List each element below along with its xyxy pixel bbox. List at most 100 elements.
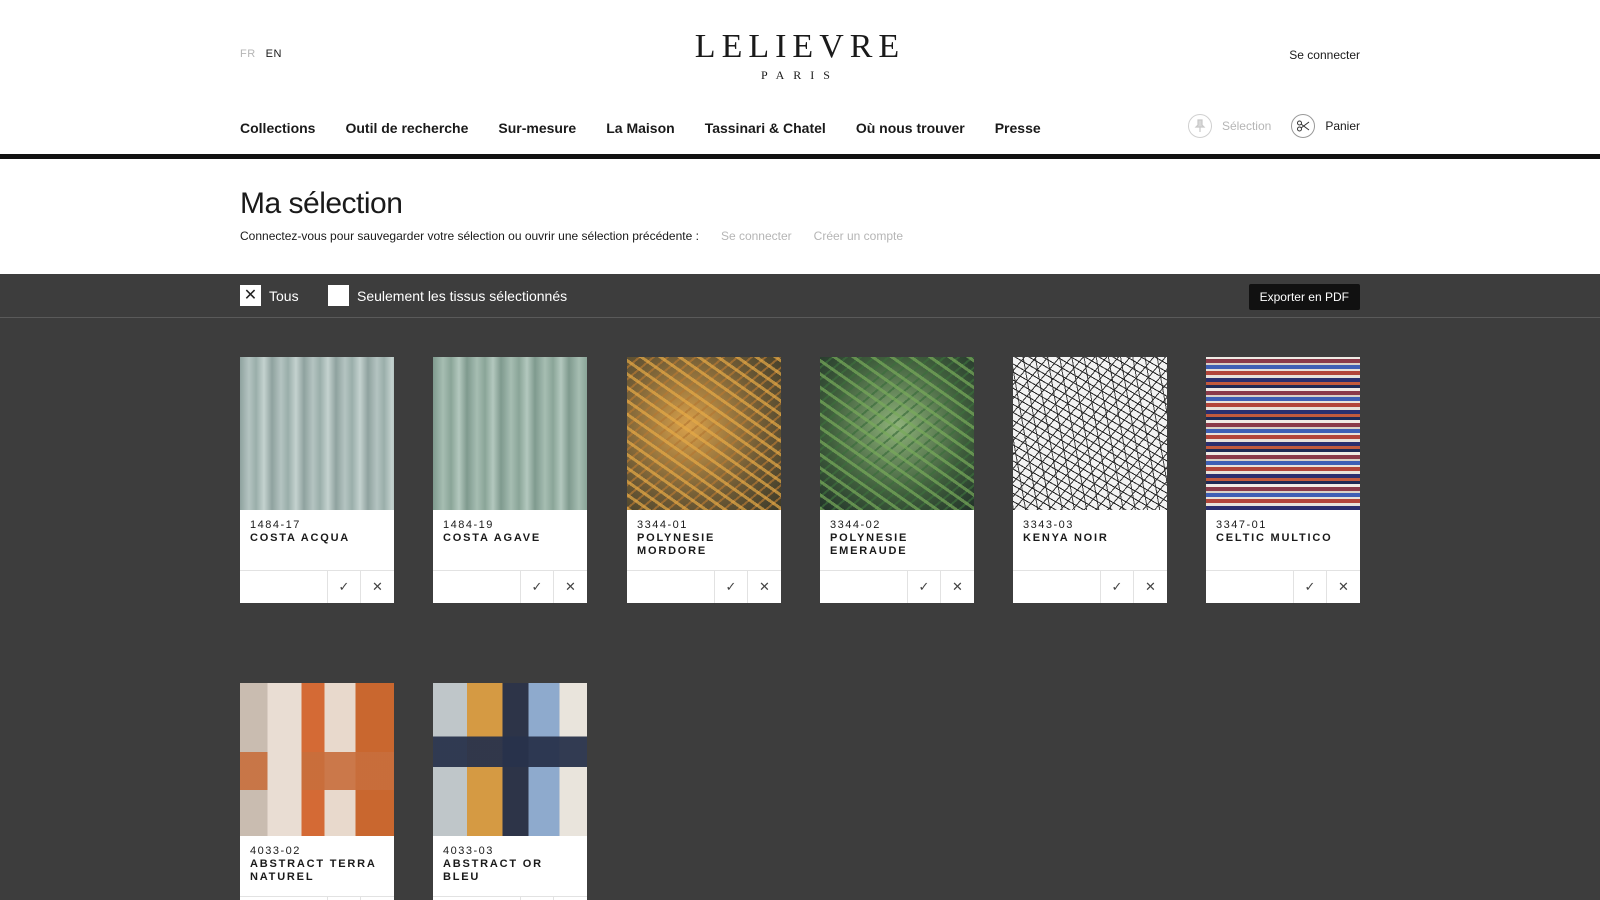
close-icon[interactable]: ✕ [1134, 571, 1167, 603]
filter-bar: ✕ Tous Seulement les tissus sélectionnés… [0, 274, 1600, 318]
product-card[interactable]: 3347-01 CELTIC MULTICO ✓ ✕ [1206, 357, 1360, 603]
check-icon[interactable]: ✓ [1101, 571, 1134, 603]
login-link[interactable]: Se connecter [721, 229, 792, 243]
product-ref: 4033-02 [250, 845, 301, 857]
brand-city: PARIS [761, 68, 839, 82]
close-icon[interactable]: ✕ [554, 571, 587, 603]
cart-label: Panier [1325, 119, 1360, 133]
quantity-field[interactable] [1013, 571, 1101, 603]
shop-links: Sélection Panier [1187, 114, 1360, 138]
product-swatch[interactable] [627, 357, 781, 510]
cart-link[interactable]: Panier [1291, 114, 1360, 138]
nav-collections[interactable]: Collections [240, 120, 315, 136]
product-name: POLYNESIE EMERAUDE [830, 532, 909, 557]
product-swatch[interactable] [820, 357, 974, 510]
product-ref: 3344-02 [830, 519, 881, 531]
create-account-link[interactable]: Créer un compte [814, 229, 903, 243]
product-ref: 1484-19 [443, 519, 494, 531]
brand-logo[interactable]: LELIEVRE PARIS [0, 28, 1600, 83]
main-nav: Collections Outil de recherche Sur-mesur… [240, 120, 1041, 136]
page-title: Ma sélection [240, 187, 403, 220]
checkbox-checked-icon: ✕ [243, 286, 258, 304]
product-info: 1484-17 COSTA ACQUA [240, 510, 394, 570]
product-name: COSTA AGAVE [443, 532, 542, 544]
filter-only-selected[interactable]: Seulement les tissus sélectionnés [328, 285, 567, 306]
filter-all[interactable]: ✕ Tous [240, 285, 299, 306]
product-ref: 1484-17 [250, 519, 301, 531]
header-login-link[interactable]: Se connecter [1289, 48, 1360, 62]
quantity-field[interactable] [1206, 571, 1294, 603]
product-info: 4033-02 ABSTRACT TERRA NATUREL [240, 836, 394, 896]
export-pdf-button[interactable]: Exporter en PDF [1248, 284, 1360, 310]
product-grid: 1484-17 COSTA ACQUA ✓ ✕ 1484-19 COSTA AG… [0, 318, 1600, 900]
selection-label: Sélection [1221, 119, 1272, 133]
quantity-field[interactable] [627, 571, 715, 603]
product-name: POLYNESIE MORDORE [637, 532, 716, 557]
check-icon[interactable]: ✓ [715, 571, 748, 603]
product-info: 4033-03 ABSTRACT OR BLEU [433, 836, 587, 896]
product-actions: ✓ ✕ [1206, 570, 1360, 603]
login-prompt: Connectez-vous pour sauvegarder votre sé… [240, 229, 903, 243]
quantity-field[interactable] [433, 571, 521, 603]
product-card[interactable]: 3344-01 POLYNESIE MORDORE ✓ ✕ [627, 357, 781, 603]
nav-find-us[interactable]: Où nous trouver [856, 120, 965, 136]
filter-all-label: Tous [269, 287, 299, 304]
selection-header: Ma sélection Connectez-vous pour sauvega… [0, 159, 1600, 274]
product-actions: ✓ ✕ [1013, 570, 1167, 603]
selection-link[interactable]: Sélection [1187, 114, 1272, 138]
product-card[interactable]: 4033-02 ABSTRACT TERRA NATUREL ✓ ✕ [240, 683, 394, 900]
product-info: 1484-19 COSTA AGAVE [433, 510, 587, 570]
product-actions: ✓ ✕ [433, 896, 587, 900]
product-ref: 3344-01 [637, 519, 688, 531]
product-swatch[interactable] [433, 683, 587, 836]
product-swatch[interactable] [1013, 357, 1167, 510]
product-actions: ✓ ✕ [240, 896, 394, 900]
close-icon[interactable]: ✕ [1327, 571, 1360, 603]
brand-name: LELIEVRE [694, 28, 906, 65]
product-name: CELTIC MULTICO [1216, 532, 1333, 544]
check-icon[interactable]: ✓ [1294, 571, 1327, 603]
product-swatch[interactable] [433, 357, 587, 510]
product-ref: 4033-03 [443, 845, 494, 857]
product-swatch[interactable] [240, 357, 394, 510]
product-card[interactable]: 1484-19 COSTA AGAVE ✓ ✕ [433, 357, 587, 603]
close-icon[interactable]: ✕ [941, 571, 974, 603]
product-info: 3347-01 CELTIC MULTICO [1206, 510, 1360, 570]
nav-maison[interactable]: La Maison [606, 120, 674, 136]
nav-custom[interactable]: Sur-mesure [498, 120, 576, 136]
nav-tassinari[interactable]: Tassinari & Chatel [705, 120, 826, 136]
product-info: 3343-03 KENYA NOIR [1013, 510, 1167, 570]
product-actions: ✓ ✕ [627, 570, 781, 603]
product-swatch[interactable] [1206, 357, 1360, 510]
product-info: 3344-01 POLYNESIE MORDORE [627, 510, 781, 570]
product-actions: ✓ ✕ [433, 570, 587, 603]
filter-only-selected-label: Seulement les tissus sélectionnés [357, 287, 568, 304]
check-icon[interactable]: ✓ [328, 571, 361, 603]
nav-press[interactable]: Presse [995, 120, 1041, 136]
product-name: ABSTRACT TERRA NATUREL [250, 858, 377, 883]
check-icon[interactable]: ✓ [521, 571, 554, 603]
product-card[interactable]: 4033-03 ABSTRACT OR BLEU ✓ ✕ [433, 683, 587, 900]
product-info: 3344-02 POLYNESIE EMERAUDE [820, 510, 974, 570]
close-icon[interactable]: ✕ [361, 571, 394, 603]
check-icon[interactable]: ✓ [908, 571, 941, 603]
product-card[interactable]: 3344-02 POLYNESIE EMERAUDE ✓ ✕ [820, 357, 974, 603]
close-icon[interactable]: ✕ [748, 571, 781, 603]
product-name: KENYA NOIR [1023, 532, 1109, 544]
pin-icon [1187, 114, 1212, 138]
product-card[interactable]: 1484-17 COSTA ACQUA ✓ ✕ [240, 357, 394, 603]
checkbox-only-selected[interactable] [328, 285, 349, 306]
product-actions: ✓ ✕ [240, 570, 394, 603]
quantity-field[interactable] [820, 571, 908, 603]
login-prompt-text: Connectez-vous pour sauvegarder votre sé… [240, 229, 699, 243]
product-swatch[interactable] [240, 683, 394, 836]
scissors-icon [1291, 114, 1316, 138]
product-ref: 3347-01 [1216, 519, 1267, 531]
product-card[interactable]: 3343-03 KENYA NOIR ✓ ✕ [1013, 357, 1167, 603]
product-name: ABSTRACT OR BLEU [443, 858, 543, 883]
checkbox-all[interactable]: ✕ [240, 285, 261, 306]
nav-search-tool[interactable]: Outil de recherche [345, 120, 468, 136]
quantity-field[interactable] [240, 571, 328, 603]
site-header: FR EN LELIEVRE PARIS Se connecter Collec… [0, 0, 1600, 160]
product-ref: 3343-03 [1023, 519, 1074, 531]
